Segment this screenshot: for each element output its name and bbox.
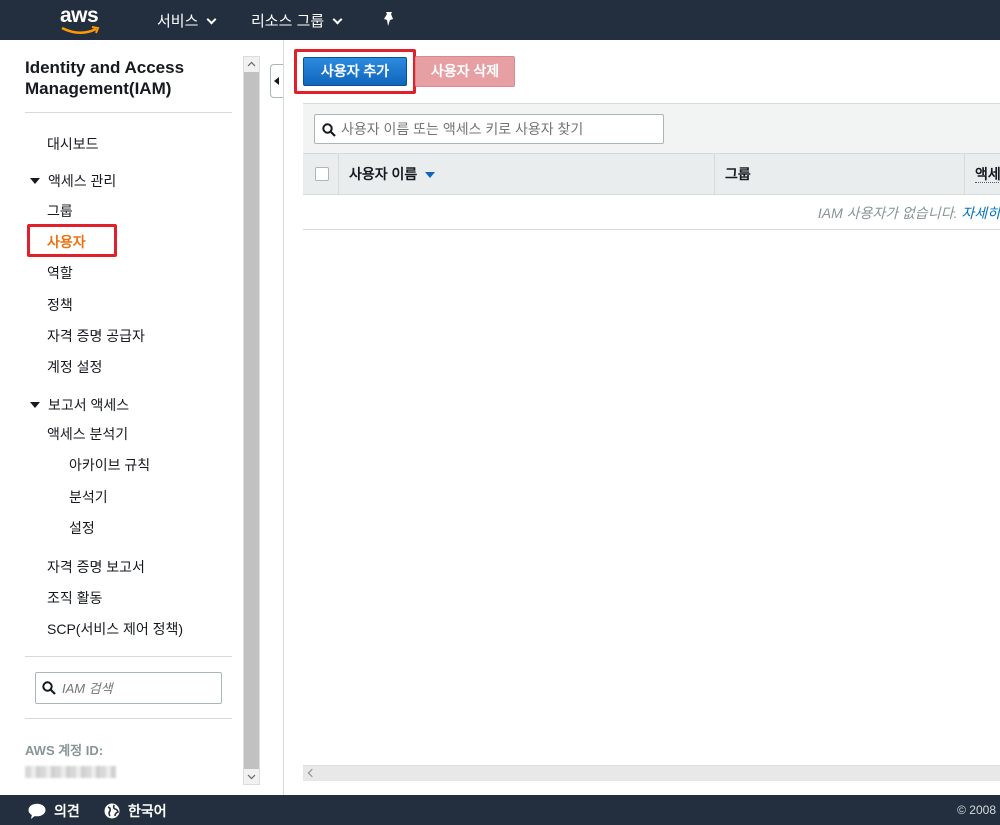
sidebar-item-analyzers[interactable]: 분석기	[69, 487, 108, 507]
service-title[interactable]: Identity and Access Management(IAM)	[25, 57, 225, 99]
content-divider	[283, 40, 284, 795]
caret-down-icon	[30, 402, 40, 408]
pin-icon[interactable]	[381, 11, 397, 29]
learn-more-link[interactable]: 자세히	[961, 205, 1000, 221]
sidebar-item-identity-providers[interactable]: 자격 증명 공급자	[47, 326, 145, 346]
empty-state-row: IAM 사용자가 없습니다. 자세히	[303, 196, 1000, 230]
user-search-field[interactable]	[314, 114, 664, 144]
sidebar-item-settings[interactable]: 설정	[69, 518, 95, 538]
scroll-up-button[interactable]	[244, 57, 259, 72]
chevron-down-icon	[332, 14, 343, 25]
caret-down-icon	[30, 178, 40, 184]
divider	[25, 656, 232, 657]
select-all-checkbox[interactable]	[315, 167, 329, 181]
language-selector[interactable]: 한국어	[104, 801, 167, 821]
globe-icon	[104, 803, 120, 819]
column-header-groups[interactable]: 그룹	[715, 154, 965, 195]
aws-logo-text: aws	[60, 4, 99, 27]
user-search-input[interactable]	[341, 120, 659, 138]
sidebar-item-roles[interactable]: 역할	[47, 263, 73, 283]
column-header-access[interactable]: 액세	[965, 154, 1000, 195]
sidebar-item-access-analyzer[interactable]: 액세스 분석기	[47, 424, 128, 444]
speech-bubble-icon	[28, 803, 46, 819]
sidebar-item-credential-report[interactable]: 자격 증명 보고서	[47, 557, 145, 577]
empty-message-text: IAM 사용자가 없습니다.	[817, 205, 962, 221]
column-header-username[interactable]: 사용자 이름	[339, 154, 715, 195]
footer: 의견 한국어 © 2008	[0, 795, 1000, 825]
sidebar: Identity and Access Management(IAM) 대시보드…	[0, 40, 243, 795]
copyright-text: © 2008	[957, 803, 996, 817]
top-navigation-bar: aws 서비스 리소스 그룹	[0, 0, 1000, 40]
account-id-label: AWS 계정 ID:	[25, 743, 104, 758]
empty-state-message: IAM 사용자가 없습니다. 자세히	[818, 203, 1000, 223]
sort-descending-icon[interactable]	[425, 172, 436, 178]
services-label: 서비스	[157, 13, 199, 30]
search-icon	[42, 681, 56, 695]
iam-search-field[interactable]	[35, 672, 222, 704]
highlight-box	[27, 224, 117, 257]
chevron-down-icon	[206, 14, 217, 25]
sidebar-section-access-management[interactable]: 액세스 관리	[30, 171, 116, 191]
sidebar-item-groups[interactable]: 그룹	[47, 201, 73, 221]
highlight-box	[294, 49, 416, 94]
section-label: 액세스 관리	[48, 173, 117, 189]
sidebar-item-dashboard[interactable]: 대시보드	[47, 134, 99, 154]
aws-smile-icon	[61, 26, 100, 34]
chevron-up-icon	[247, 61, 256, 67]
feedback-link[interactable]: 의견	[28, 801, 80, 821]
sidebar-item-archive-rules[interactable]: 아카이브 규칙	[69, 455, 150, 475]
sidebar-section-report-access[interactable]: 보고서 액세스	[30, 395, 129, 415]
aws-logo[interactable]: aws	[58, 4, 104, 36]
delete-user-button[interactable]: 사용자 삭제	[415, 56, 515, 87]
sidebar-item-policies[interactable]: 정책	[47, 295, 73, 315]
iam-search-input[interactable]	[62, 678, 212, 698]
services-menu[interactable]: 서비스	[157, 10, 217, 31]
table-toolbar	[303, 103, 1000, 153]
section-label: 보고서 액세스	[48, 397, 130, 413]
column-label: 사용자 이름	[349, 166, 418, 182]
divider	[25, 112, 232, 113]
table-horizontal-scrollbar[interactable]	[303, 765, 1000, 781]
resource-groups-menu[interactable]: 리소스 그룹	[251, 10, 343, 31]
divider	[25, 718, 232, 719]
sidebar-item-account-settings[interactable]: 계정 설정	[47, 357, 102, 377]
account-id-value-redacted	[25, 766, 116, 778]
scroll-down-button[interactable]	[244, 769, 259, 784]
sidebar-item-scp[interactable]: SCP(서비스 제어 정책)	[47, 619, 183, 639]
chevron-down-icon	[247, 774, 256, 780]
users-table-header: 사용자 이름 그룹 액세	[303, 153, 1000, 195]
feedback-label: 의견	[54, 803, 80, 819]
sidebar-scrollbar[interactable]	[243, 56, 260, 785]
search-icon	[322, 123, 336, 137]
select-all-cell	[303, 154, 339, 195]
column-label: 그룹	[725, 166, 751, 182]
resource-groups-label: 리소스 그룹	[251, 13, 325, 30]
sidebar-item-organization-activity[interactable]: 조직 활동	[47, 588, 102, 608]
column-label: 액세	[975, 166, 1000, 183]
language-label: 한국어	[128, 803, 167, 819]
collapse-sidebar-button[interactable]	[270, 64, 284, 98]
